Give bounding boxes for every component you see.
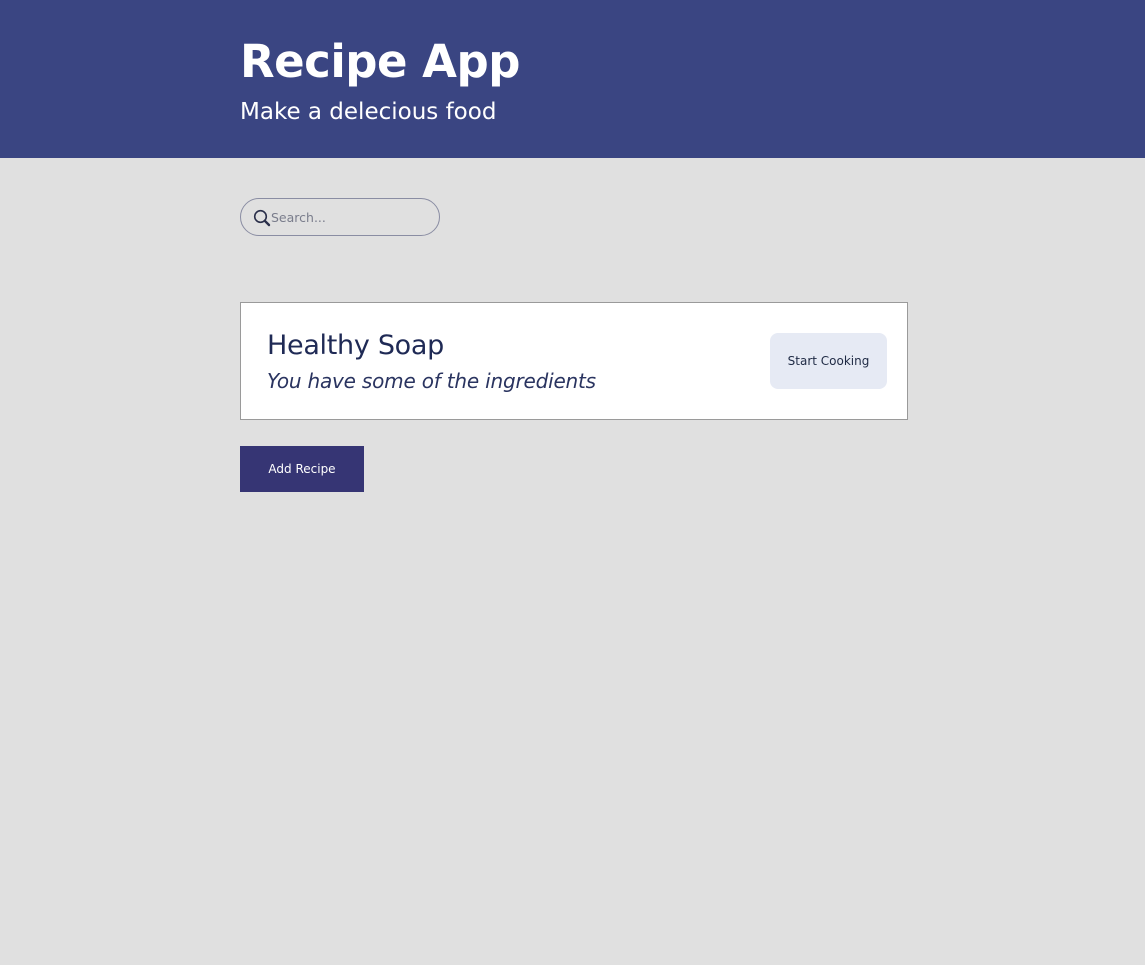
app-subtitle: Make a delecious food bbox=[240, 99, 497, 125]
recipe-name: Healthy Soap bbox=[267, 330, 444, 361]
app-header: Recipe App Make a delecious food bbox=[0, 0, 1145, 158]
search-icon bbox=[253, 209, 271, 227]
search-input[interactable] bbox=[271, 199, 431, 235]
add-recipe-button[interactable]: Add Recipe bbox=[240, 446, 364, 492]
search-box[interactable] bbox=[240, 198, 440, 236]
start-cooking-button[interactable]: Start Cooking bbox=[770, 333, 887, 389]
app-title: Recipe App bbox=[240, 35, 520, 88]
recipe-ingredient-status: You have some of the ingredients bbox=[267, 369, 596, 393]
recipe-card: Healthy Soap You have some of the ingred… bbox=[240, 302, 908, 420]
